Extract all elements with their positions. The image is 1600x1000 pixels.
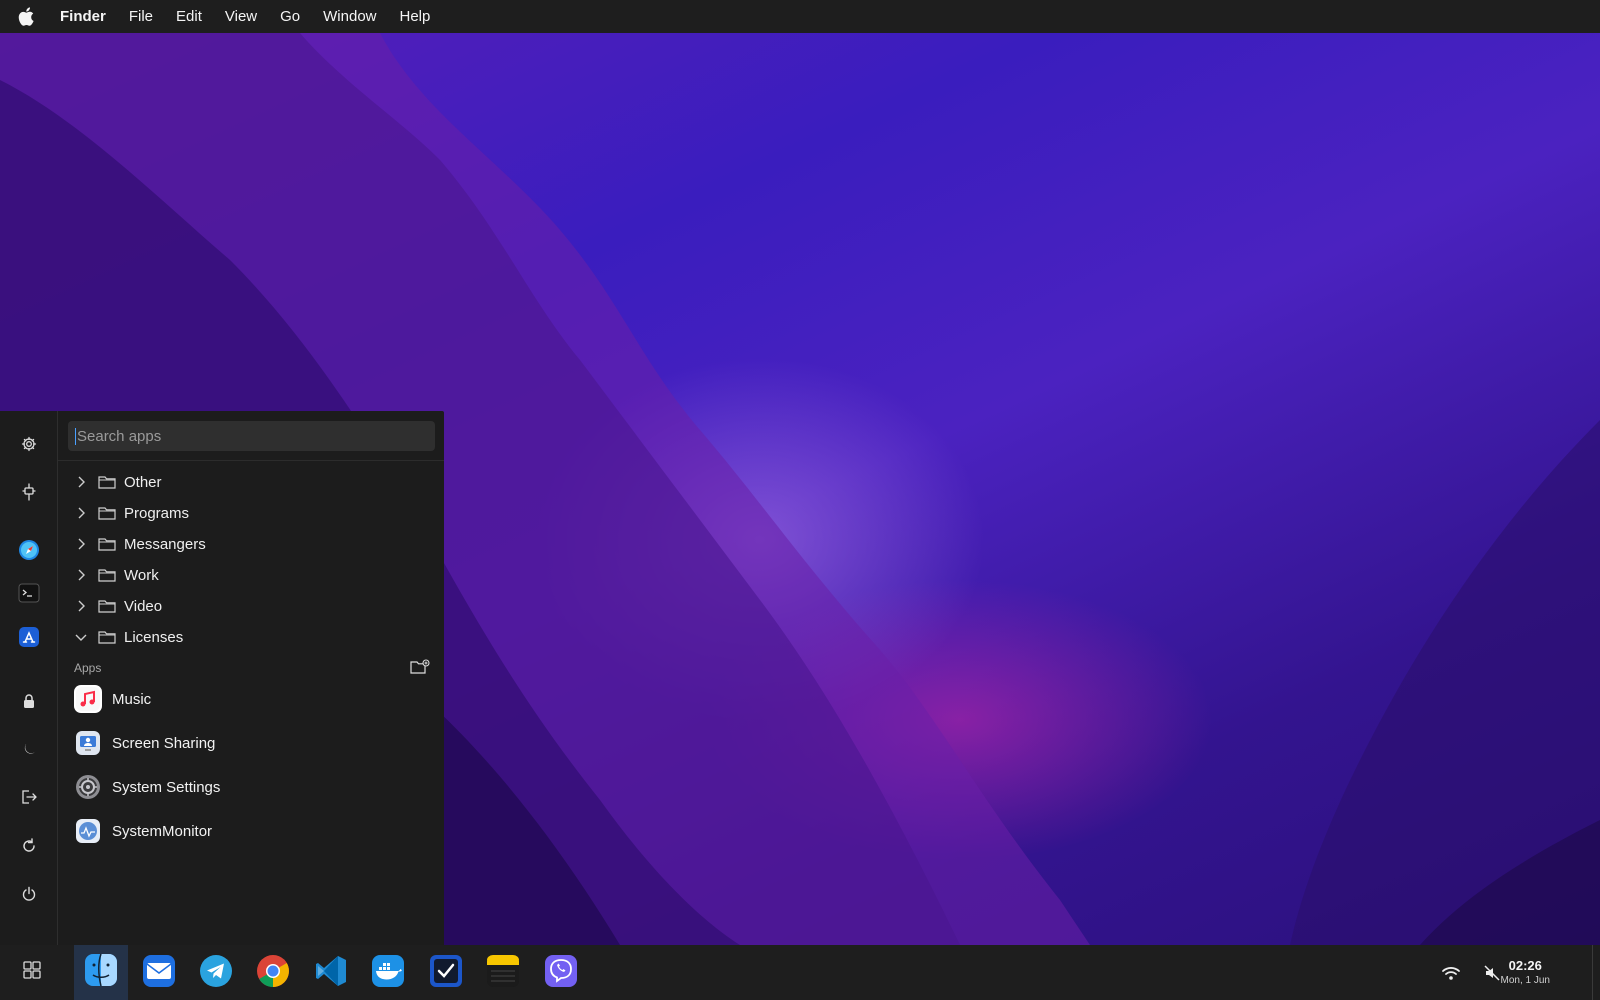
docker-icon: [370, 953, 406, 994]
dock-telegram[interactable]: [196, 953, 236, 993]
folder-programs[interactable]: Programs: [74, 499, 434, 527]
clock[interactable]: 02:26 Mon, 1 Jun: [1501, 958, 1550, 986]
app-label: SystemMonitor: [112, 822, 213, 840]
clock-date: Mon, 1 Jun: [1500, 975, 1550, 986]
tasks-icon: [428, 953, 464, 994]
music-icon: [74, 685, 102, 713]
dock-notes[interactable]: [483, 953, 523, 993]
lock-icon[interactable]: [17, 689, 41, 713]
app-label: Screen Sharing: [112, 734, 216, 752]
chevron-down-icon[interactable]: [74, 630, 88, 644]
power-icon[interactable]: [17, 882, 41, 906]
menu-bar: Finder File Edit View Go Window Help: [0, 0, 1600, 33]
folder-messangers[interactable]: Messangers: [74, 530, 434, 558]
folder-label: Programs: [124, 504, 190, 522]
search-box[interactable]: [68, 421, 435, 451]
safari-icon[interactable]: [17, 538, 41, 562]
menu-app-name[interactable]: Finder: [60, 8, 106, 25]
screen-sharing-icon: [74, 729, 102, 757]
apps-section-label: Apps: [74, 661, 102, 675]
app-screen-sharing[interactable]: Screen Sharing: [74, 725, 434, 761]
search-input[interactable]: [75, 427, 435, 445]
system-settings-icon: [74, 773, 102, 801]
menu-help[interactable]: Help: [400, 8, 431, 25]
terminal-icon[interactable]: [17, 581, 41, 605]
restart-icon[interactable]: [17, 834, 41, 858]
folder-video[interactable]: Video: [74, 592, 434, 620]
folder-icon: [98, 569, 116, 582]
app-system-settings[interactable]: System Settings: [74, 769, 434, 805]
dock-finder[interactable]: [74, 945, 128, 1000]
dock-mail[interactable]: [139, 953, 179, 993]
new-folder-icon[interactable]: [410, 658, 430, 678]
chevron-right-icon[interactable]: [74, 568, 88, 582]
chrome-icon: [255, 953, 291, 994]
menu-file[interactable]: File: [129, 8, 153, 25]
chevron-right-icon[interactable]: [74, 506, 88, 520]
dock-viber[interactable]: [541, 953, 581, 993]
app-music[interactable]: Music: [74, 681, 434, 717]
notes-icon: [485, 953, 521, 994]
folder-label: Video: [124, 597, 163, 615]
app-store-icon[interactable]: [17, 625, 41, 649]
folder-label: Other: [124, 473, 162, 491]
launcher-side-rail: [0, 411, 58, 945]
folder-icon: [98, 476, 116, 489]
dock-vscode[interactable]: [311, 953, 351, 993]
logout-icon[interactable]: [17, 785, 41, 809]
chevron-right-icon[interactable]: [74, 537, 88, 551]
show-desktop-button[interactable]: [1592, 945, 1600, 1000]
app-launcher-panel: Other Programs Messangers Work Video Lic…: [0, 411, 444, 945]
menu-view[interactable]: View: [225, 8, 257, 25]
menu-go[interactable]: Go: [280, 8, 300, 25]
app-system-monitor[interactable]: SystemMonitor: [74, 813, 434, 849]
app-label: Music: [112, 690, 152, 708]
apps-section-header: Apps: [74, 658, 430, 678]
folder-label: Licenses: [124, 628, 184, 646]
telegram-icon: [198, 953, 234, 994]
folder-label: Messangers: [124, 535, 206, 553]
folder-icon: [98, 538, 116, 551]
folder-work[interactable]: Work: [74, 561, 434, 589]
folder-icon: [98, 600, 116, 613]
wifi-icon[interactable]: [1440, 963, 1462, 983]
app-grid-icon[interactable]: [22, 960, 46, 984]
moon-icon[interactable]: [17, 737, 41, 761]
folder-other[interactable]: Other: [74, 468, 434, 496]
dock-chrome[interactable]: [253, 953, 293, 993]
taskbar: 02:26 Mon, 1 Jun: [0, 945, 1600, 1000]
folder-label: Work: [124, 566, 159, 584]
dock-tasks[interactable]: [426, 953, 466, 993]
viber-icon: [543, 953, 579, 994]
apple-logo-icon[interactable]: [18, 7, 42, 26]
mail-icon: [141, 953, 177, 994]
finder-icon: [83, 952, 119, 993]
folder-icon: [98, 507, 116, 520]
clock-time: 02:26: [1508, 958, 1542, 973]
chevron-right-icon[interactable]: [74, 599, 88, 613]
dock-docker[interactable]: [368, 953, 408, 993]
menu-window[interactable]: Window: [323, 8, 376, 25]
folder-icon: [98, 631, 116, 644]
pin-icon[interactable]: [17, 480, 41, 504]
gear-icon[interactable]: [17, 432, 41, 456]
menu-edit[interactable]: Edit: [176, 8, 202, 25]
vscode-icon: [314, 954, 348, 993]
chevron-right-icon[interactable]: [74, 475, 88, 489]
system-monitor-icon: [74, 817, 102, 845]
launcher-main: Other Programs Messangers Work Video Lic…: [58, 411, 444, 945]
folder-licenses[interactable]: Licenses: [74, 623, 434, 651]
search-divider: [58, 460, 444, 461]
app-label: System Settings: [112, 778, 221, 796]
